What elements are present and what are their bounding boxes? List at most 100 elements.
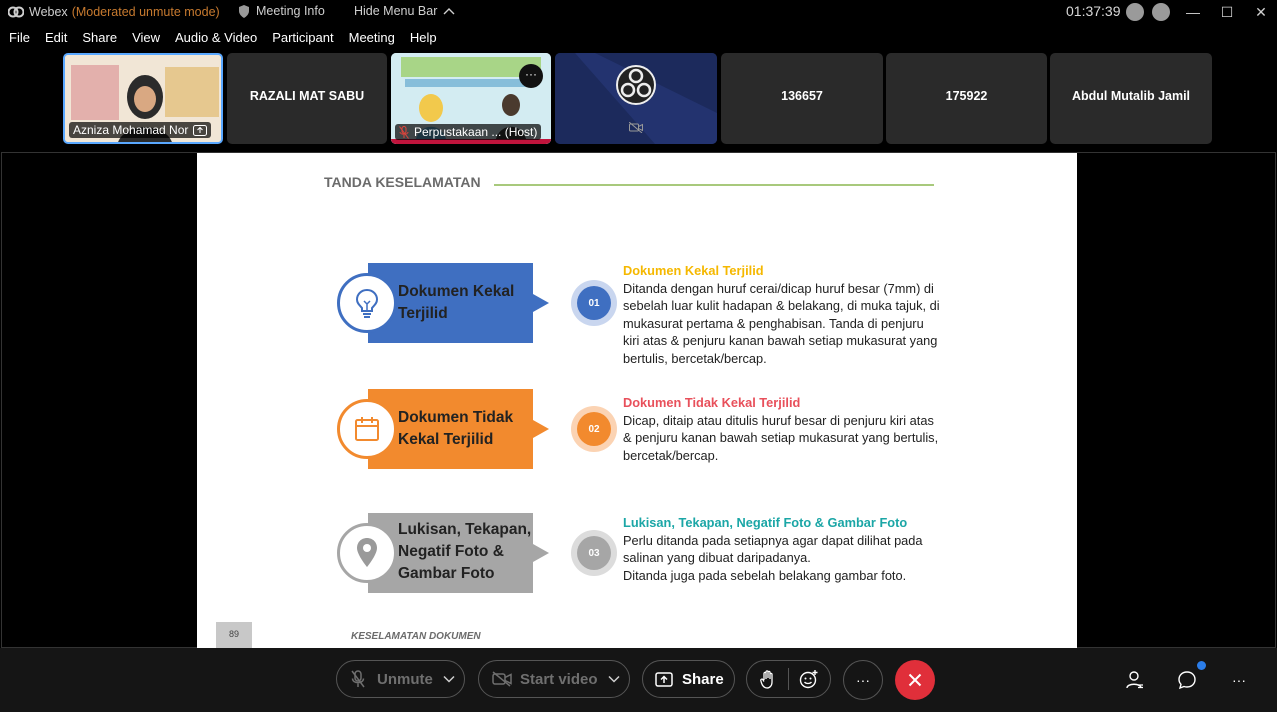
description-text: Ditanda juga pada sebelah belakang gamba… <box>623 567 907 583</box>
category-description: Dokumen Tidak Kekal Terjilid Dicap, dita… <box>623 394 943 464</box>
more-options-icon[interactable]: ··· <box>519 64 543 88</box>
menu-bar: File Edit Share View Audio & Video Parti… <box>0 30 443 50</box>
meeting-info-button[interactable]: Meeting Info <box>238 4 325 18</box>
category-description: Lukisan, Tekapan, Negatif Foto & Gambar … <box>623 514 943 584</box>
minimize-icon[interactable]: — <box>1176 2 1210 22</box>
description-text: Dicap, ditaip atau ditulis huruf besar d… <box>623 412 939 463</box>
status-icons <box>1126 3 1170 21</box>
category-card: Lukisan, Tekapan, Negatif Foto & Gambar … <box>337 513 551 593</box>
title-underline <box>494 184 934 186</box>
hide-menu-bar-label: Hide Menu Bar <box>354 4 438 18</box>
more-options-button[interactable]: ··· <box>843 660 883 700</box>
app-title: Webex (Moderated unmute mode) <box>8 5 220 19</box>
slide-title: TANDA KESELAMATAN <box>324 174 481 190</box>
card-label: Dokumen Tidak Kekal Terjilid <box>398 407 513 451</box>
start-video-label: Start video <box>520 670 598 688</box>
participant-name: Abdul Mutalib Jamil <box>1071 89 1191 103</box>
unread-badge <box>1197 661 1206 670</box>
menu-view[interactable]: View <box>132 30 160 50</box>
description-text: Perlu ditanda pada setiapnya agar dapat … <box>623 532 923 566</box>
card-icon-circle <box>337 273 397 333</box>
chat-button[interactable] <box>1167 660 1207 700</box>
shared-slide: TANDA KESELAMATAN Dokumen Kekal Terjilid… <box>197 153 1077 648</box>
participant-name: Perpustakaan ... (Host) <box>414 125 538 139</box>
card-label-line: Negatif Foto & <box>398 543 504 560</box>
close-icon <box>908 673 922 687</box>
meeting-info-label: Meeting Info <box>256 4 325 18</box>
menu-edit[interactable]: Edit <box>45 30 67 50</box>
share-button[interactable]: Share <box>642 660 735 698</box>
share-label: Share <box>682 670 724 688</box>
card-label-line: Gambar Foto <box>398 565 495 582</box>
more-options-icon: ··· <box>856 672 870 688</box>
participant-tile[interactable]: Azniza Mohamad Nor <box>63 53 223 144</box>
participant-tile[interactable]: RAZALI MAT SABU <box>227 53 387 144</box>
description-heading: Dokumen Kekal Terjilid <box>623 263 764 278</box>
unmute-button[interactable]: Unmute <box>336 660 465 698</box>
meeting-toolbar: Unmute Start video Share ··· ··· <box>0 648 1277 712</box>
participant-name: RAZALI MAT SABU <box>249 89 365 103</box>
emoji-reaction-icon <box>800 670 818 689</box>
card-arrow <box>533 544 549 562</box>
card-arrow <box>533 420 549 438</box>
close-icon[interactable]: ✕ <box>1244 2 1277 22</box>
more-panels-button[interactable]: ··· <box>1219 660 1259 700</box>
participants-icon <box>1126 671 1143 689</box>
card-label-line: Terjilid <box>398 305 448 322</box>
step-number: 03 <box>577 536 611 570</box>
reactions-group <box>746 660 831 698</box>
chevron-up-icon <box>443 8 455 15</box>
menu-meeting[interactable]: Meeting <box>349 30 395 50</box>
description-heading: Dokumen Tidak Kekal Terjilid <box>623 395 801 410</box>
recording-status-icon[interactable] <box>1126 3 1144 21</box>
card-label-line: Dokumen Tidak <box>398 409 514 426</box>
muted-mic-icon <box>399 125 409 139</box>
category-card: Dokumen Kekal Terjilid <box>337 263 551 343</box>
card-label-line: Lukisan, Tekapan, <box>398 521 532 538</box>
menu-share[interactable]: Share <box>82 30 117 50</box>
step-number-badge: 01 <box>571 280 617 326</box>
more-options-icon: ··· <box>1232 672 1246 688</box>
leave-meeting-button[interactable] <box>895 660 935 700</box>
participant-name: 136657 <box>781 89 823 103</box>
raise-hand-button[interactable] <box>747 669 788 689</box>
chat-icon <box>1178 671 1196 690</box>
start-video-button[interactable]: Start video <box>478 660 630 698</box>
obs-logo-icon <box>616 65 656 105</box>
webex-logo-icon <box>8 6 24 18</box>
hide-menu-bar-button[interactable]: Hide Menu Bar <box>354 4 455 18</box>
participant-tile[interactable]: ··· Perpustakaan ... (Host) <box>391 53 551 144</box>
step-number-badge: 03 <box>571 530 617 576</box>
participants-panel-button[interactable] <box>1115 660 1155 700</box>
description-text: Ditanda dengan huruf cerai/dicap huruf b… <box>623 280 940 366</box>
network-health-icon[interactable] <box>1152 3 1170 21</box>
raise-hand-icon <box>759 669 773 689</box>
card-arrow <box>533 294 549 312</box>
participant-tile[interactable]: Abdul Mutalib Jamil <box>1050 53 1212 144</box>
step-number: 01 <box>577 286 611 320</box>
menu-help[interactable]: Help <box>410 30 437 50</box>
participant-tile[interactable]: 136657 <box>721 53 883 144</box>
page-number: 89 <box>216 622 252 648</box>
category-description: Dokumen Kekal Terjilid Ditanda dengan hu… <box>623 262 943 368</box>
unmute-label: Unmute <box>377 670 433 688</box>
participant-tile[interactable]: 175922 <box>886 53 1047 144</box>
menu-participant[interactable]: Participant <box>272 30 333 50</box>
participant-tile[interactable] <box>555 53 717 144</box>
menu-audio-video[interactable]: Audio & Video <box>175 30 257 50</box>
card-label-line: Kekal Terjilid <box>398 431 494 448</box>
slide-footer: KESELAMATAN DOKUMEN <box>351 631 481 642</box>
step-number: 02 <box>577 412 611 446</box>
card-label-line: Dokumen Kekal <box>398 283 515 300</box>
step-number-badge: 02 <box>571 406 617 452</box>
video-off-icon <box>629 122 643 133</box>
chevron-down-icon[interactable] <box>608 675 620 683</box>
calendar-icon <box>355 417 379 441</box>
maximize-icon[interactable]: ☐ <box>1210 2 1244 22</box>
card-icon-circle <box>337 399 397 459</box>
meeting-clock: 01:37:39 <box>1066 3 1121 19</box>
reactions-button[interactable] <box>789 669 830 689</box>
chevron-down-icon[interactable] <box>443 675 455 683</box>
menu-file[interactable]: File <box>9 30 30 50</box>
window-controls: — ☐ ✕ <box>1176 2 1277 22</box>
